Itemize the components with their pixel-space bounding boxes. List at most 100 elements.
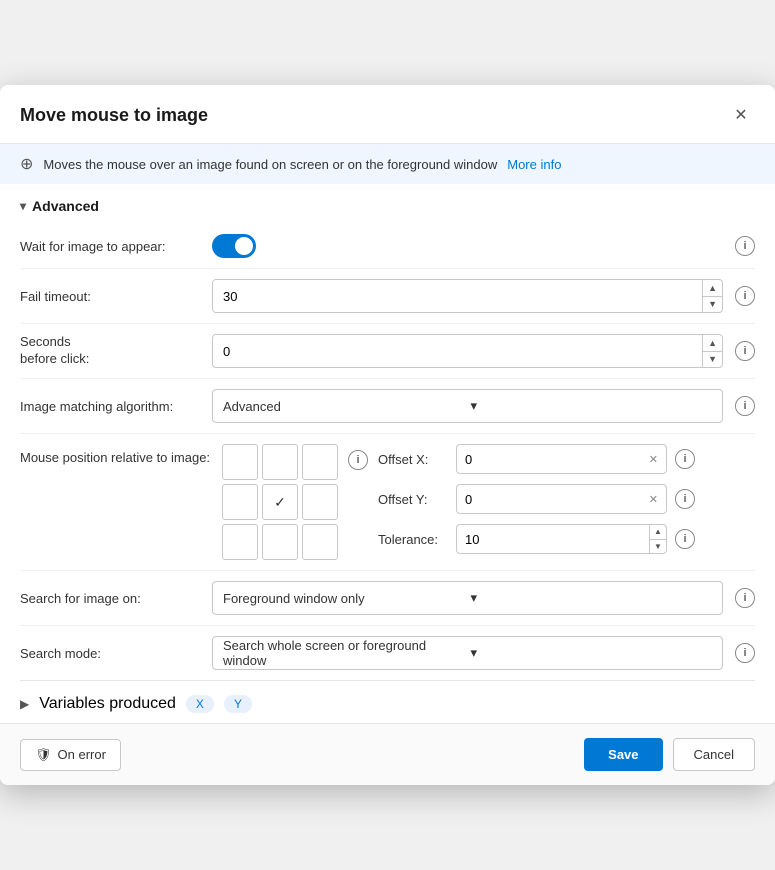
grid-cell-bottom-right[interactable] [302, 524, 338, 560]
fail-timeout-control: ▲ ▼ [212, 279, 723, 313]
checkmark-icon: ✓ [274, 494, 286, 511]
search-for-image-select[interactable]: Foreground window only ▾ [212, 581, 723, 615]
seconds-before-click-label: Seconds before click: [20, 334, 200, 368]
mouse-icon: ⊕ [20, 154, 33, 174]
tolerance-decrement[interactable]: ▼ [650, 540, 666, 554]
seconds-before-click-spinner: ▲ ▼ [212, 334, 723, 368]
fail-timeout-row: Fail timeout: ▲ ▼ i [20, 269, 755, 323]
tolerance-row: Tolerance: ▲ ▼ i [378, 524, 695, 554]
tolerance-increment[interactable]: ▲ [650, 525, 666, 540]
on-error-label: On error [58, 747, 106, 762]
grid-cell-bottom-center[interactable] [262, 524, 298, 560]
seconds-increment[interactable]: ▲ [703, 335, 722, 352]
tolerance-info[interactable]: i [675, 529, 695, 549]
search-for-image-label: Search for image on: [20, 591, 200, 606]
grid-cell-middle-right[interactable] [302, 484, 338, 520]
tolerance-spinner-buttons: ▲ ▼ [649, 525, 666, 553]
seconds-decrement[interactable]: ▼ [703, 352, 722, 368]
wait-for-image-info[interactable]: i [735, 236, 755, 256]
grid-cell-middle-center[interactable]: ✓ [262, 484, 298, 520]
footer-actions: Save Cancel [584, 738, 755, 771]
variable-y-badge: Y [224, 695, 252, 713]
search-for-image-row: Search for image on: Foreground window o… [20, 571, 755, 625]
tolerance-input[interactable] [457, 532, 649, 547]
grid-cell-top-left[interactable] [222, 444, 258, 480]
image-matching-label: Image matching algorithm: [20, 399, 200, 414]
more-info-link[interactable]: More info [507, 157, 561, 172]
shield-icon: 🛡 [35, 747, 52, 763]
dialog-title: Move mouse to image [20, 105, 208, 126]
offset-x-input-wrap: ✕ [456, 444, 667, 474]
chevron-right-icon: ▶ [20, 697, 29, 711]
image-matching-info[interactable]: i [735, 396, 755, 416]
on-error-button[interactable]: 🛡 On error [20, 739, 121, 771]
wait-for-image-control [212, 234, 723, 258]
mouse-position-info[interactable]: i [348, 450, 368, 470]
save-button[interactable]: Save [584, 738, 662, 771]
info-banner: ⊕ Moves the mouse over an image found on… [0, 144, 775, 184]
close-button[interactable]: ✕ [727, 101, 755, 129]
mouse-position-row: Mouse position relative to image: ✓ [20, 434, 755, 570]
search-mode-row: Search mode: Search whole screen or fore… [20, 626, 755, 680]
variable-x-badge: X [186, 695, 214, 713]
fail-timeout-increment[interactable]: ▲ [703, 280, 722, 297]
wait-for-image-toggle[interactable] [212, 234, 256, 258]
wait-for-image-label: Wait for image to appear: [20, 239, 200, 254]
mouse-position-label: Mouse position relative to image: [20, 444, 210, 465]
seconds-before-click-input[interactable] [213, 335, 702, 367]
cancel-button[interactable]: Cancel [673, 738, 755, 771]
banner-text: Moves the mouse over an image found on s… [43, 157, 497, 172]
search-for-image-value: Foreground window only [223, 591, 465, 606]
content-area: ▾ Advanced Wait for image to appear: i F… [0, 184, 775, 723]
offset-x-info[interactable]: i [675, 449, 695, 469]
seconds-before-click-control: ▲ ▼ [212, 334, 723, 368]
search-mode-select[interactable]: Search whole screen or foreground window… [212, 636, 723, 670]
seconds-info[interactable]: i [735, 341, 755, 361]
footer: 🛡 On error Save Cancel [0, 723, 775, 785]
fail-timeout-decrement[interactable]: ▼ [703, 297, 722, 313]
dialog: Move mouse to image ✕ ⊕ Moves the mouse … [0, 85, 775, 785]
fail-timeout-input[interactable] [213, 280, 702, 312]
search-for-image-control: Foreground window only ▾ [212, 581, 723, 615]
position-grid: ✓ [222, 444, 338, 560]
variables-label: Variables produced [39, 695, 176, 713]
image-matching-value: Advanced [223, 399, 465, 414]
grid-cell-bottom-left[interactable] [222, 524, 258, 560]
grid-cell-middle-left[interactable] [222, 484, 258, 520]
mouse-position-controls: ✓ i Offset X: ✕ [222, 444, 695, 560]
offset-section: Offset X: ✕ i Offset Y: ✕ i [378, 444, 695, 554]
wait-for-image-row: Wait for image to appear: i [20, 224, 755, 268]
seconds-spinner-buttons: ▲ ▼ [702, 335, 722, 367]
toggle-knob [235, 237, 253, 255]
grid-cell-top-right[interactable] [302, 444, 338, 480]
fail-timeout-spinner-buttons: ▲ ▼ [702, 280, 722, 312]
variables-section[interactable]: ▶ Variables produced X Y [20, 680, 755, 723]
chevron-down-icon: ▾ [20, 199, 26, 213]
chevron-down-icon: ▾ [471, 590, 713, 606]
advanced-section-label: Advanced [32, 198, 99, 214]
title-bar: Move mouse to image ✕ [0, 85, 775, 144]
tolerance-label: Tolerance: [378, 532, 448, 547]
search-mode-control: Search whole screen or foreground window… [212, 636, 723, 670]
search-mode-info[interactable]: i [735, 643, 755, 663]
fail-timeout-label: Fail timeout: [20, 289, 200, 304]
offset-y-row: Offset Y: ✕ i [378, 484, 695, 514]
offset-y-input[interactable] [465, 492, 643, 507]
tolerance-spinner: ▲ ▼ [456, 524, 667, 554]
offset-y-info[interactable]: i [675, 489, 695, 509]
offset-x-input[interactable] [465, 452, 643, 467]
seconds-before-click-row: Seconds before click: ▲ ▼ i [20, 324, 755, 378]
offset-x-clear[interactable]: ✕ [649, 453, 658, 466]
image-matching-select[interactable]: Advanced ▾ [212, 389, 723, 423]
image-matching-row: Image matching algorithm: Advanced ▾ i [20, 379, 755, 433]
advanced-section-header[interactable]: ▾ Advanced [20, 184, 755, 224]
search-mode-value: Search whole screen or foreground window [223, 638, 465, 668]
fail-timeout-spinner: ▲ ▼ [212, 279, 723, 313]
search-for-image-info[interactable]: i [735, 588, 755, 608]
search-mode-label: Search mode: [20, 646, 200, 661]
offset-x-row: Offset X: ✕ i [378, 444, 695, 474]
fail-timeout-info[interactable]: i [735, 286, 755, 306]
grid-cell-top-center[interactable] [262, 444, 298, 480]
chevron-down-icon: ▾ [471, 398, 713, 414]
offset-y-clear[interactable]: ✕ [649, 493, 658, 506]
